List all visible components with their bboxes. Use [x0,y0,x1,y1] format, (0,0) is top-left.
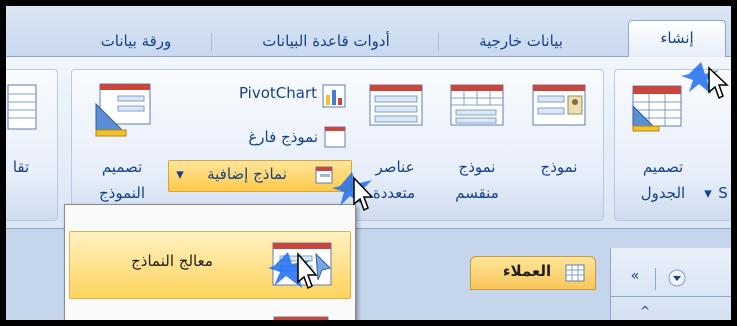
nav-divider [611,296,731,297]
double-chevron-icon[interactable]: » [625,268,645,284]
nav-separator [655,268,656,290]
form-design-label-1[interactable]: تصميم [82,158,162,176]
ribbon-cut-label-right: S [718,184,728,202]
table-icon [565,264,585,282]
nav-menu-icon[interactable] [667,268,687,288]
navigation-pane: » ^ [610,248,731,320]
pivot-chart-icon [322,84,346,108]
form-icon [532,84,586,126]
table-design-label-2[interactable]: الجدول [631,184,695,202]
split-form-label-2[interactable]: منقسم [442,184,512,202]
chevron-up-icon[interactable]: ^ [635,304,655,318]
tab-datasheet[interactable]: ورقة بيانات [66,26,206,56]
pivot-chart-label[interactable]: PivotChart [202,84,317,102]
form-design-label-2[interactable]: النموذج [82,184,162,202]
tab-separator [438,33,439,51]
ribbon-tab-bar: إنشاء بيانات خارجية أدوات قاعدة البيانات… [6,6,731,57]
cursor-icon [268,251,318,290]
customers-tab-label: العملاء [502,262,552,280]
list-icon [7,84,37,130]
table-design-label-1[interactable]: تصميم [631,158,695,176]
form-design-icon [95,83,151,137]
blank-form-label[interactable]: نموذج فارغ [212,128,318,146]
more-forms-button[interactable]: نماذج إضافية ▾ [168,160,352,192]
table-design-icon [632,85,682,132]
form-wizard-label: معالج النماذج [131,252,213,270]
next-item-icon [273,316,329,320]
cursor-icon [332,172,374,212]
form-label[interactable]: نموذج [524,158,594,176]
tab-external-data[interactable]: بيانات خارجية [446,26,596,56]
multiple-items-icon [369,84,423,126]
chevron-down-icon: ▾ [176,165,184,183]
app-window: إنشاء بيانات خارجية أدوات قاعدة البيانات… [6,6,731,320]
cursor-icon [681,62,729,100]
tab-create[interactable]: إنشاء [628,20,726,57]
cut-group: تقا [6,69,58,221]
blank-form-icon [324,126,346,148]
ribbon-cut-label-left: تقا [12,158,30,176]
more-forms-label: نماذج إضافية [207,165,287,183]
tab-separator [211,33,212,51]
split-form-label-1[interactable]: نموذج [442,158,512,176]
tab-database-tools[interactable]: أدوات قاعدة البيانات [221,26,431,56]
tab-customers[interactable]: العملاء [470,256,596,290]
split-form-icon [450,84,504,126]
